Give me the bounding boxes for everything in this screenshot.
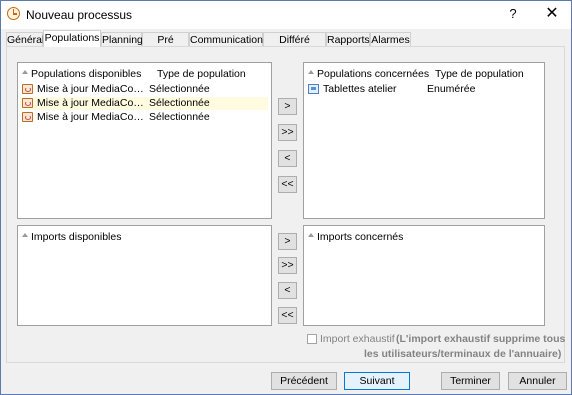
add-population-button[interactable]: > bbox=[278, 98, 297, 115]
previous-button[interactable]: Précédent bbox=[271, 372, 337, 390]
list-item[interactable]: Tablettes atelier Enumérée bbox=[306, 83, 542, 96]
remove-all-populations-button[interactable]: << bbox=[278, 176, 297, 193]
finish-button[interactable]: Terminer bbox=[441, 372, 500, 390]
tab-general[interactable]: Général bbox=[6, 32, 44, 46]
screen-icon bbox=[308, 84, 319, 94]
column-label: Imports concernés bbox=[317, 231, 404, 243]
import-exhaustif-note-line1: (L'import exhaustif supprime tous bbox=[396, 333, 566, 345]
list-item[interactable]: Mise à jour MediaContact... Sélectionnée bbox=[20, 83, 270, 96]
import-exhaustif-checkbox[interactable] bbox=[307, 334, 317, 344]
clock-icon bbox=[7, 7, 20, 20]
remove-population-button[interactable]: < bbox=[278, 150, 297, 167]
refresh-icon bbox=[22, 112, 33, 122]
population-type: Sélectionnée bbox=[149, 97, 210, 109]
populations-disponibles-list[interactable]: Populations disponibles Type de populati… bbox=[17, 62, 272, 219]
population-type: Enumérée bbox=[427, 83, 476, 95]
population-name: Mise à jour MediaContact... bbox=[37, 97, 145, 109]
imports-disponibles-list[interactable]: Imports disponibles bbox=[17, 225, 272, 326]
sort-ascending-icon bbox=[22, 70, 28, 75]
list-item[interactable]: Mise à jour MediaContact... Sélectionnée bbox=[20, 111, 270, 124]
remove-import-button[interactable]: < bbox=[278, 282, 297, 299]
population-type: Sélectionnée bbox=[149, 83, 210, 95]
next-button[interactable]: Suivant bbox=[344, 372, 410, 390]
population-name: Mise à jour MediaContact... bbox=[37, 111, 145, 123]
list-item[interactable]: Mise à jour MediaContact... Sélectionnée bbox=[20, 97, 268, 110]
title-bar: Nouveau processus ? ✕ bbox=[1, 1, 571, 29]
refresh-icon bbox=[22, 84, 33, 94]
column-header-populations-disponibles[interactable]: Populations disponibles bbox=[22, 68, 141, 80]
population-name: Mise à jour MediaContact... bbox=[37, 83, 145, 95]
tab-communications[interactable]: Communications bbox=[189, 32, 268, 46]
add-import-button[interactable]: > bbox=[278, 233, 297, 250]
column-label: Populations disponibles bbox=[31, 68, 142, 80]
sort-ascending-icon bbox=[308, 233, 314, 238]
refresh-icon bbox=[22, 98, 33, 108]
column-header-populations-concernees[interactable]: Populations concernées bbox=[308, 68, 429, 80]
column-label: Imports disponibles bbox=[31, 231, 122, 243]
cancel-button[interactable]: Annuler bbox=[508, 372, 567, 390]
column-header-imports-concernes[interactable]: Imports concernés bbox=[308, 231, 403, 243]
import-exhaustif-label: Import exhaustif bbox=[320, 333, 395, 345]
column-label: Populations concernées bbox=[317, 68, 430, 80]
tab-planning[interactable]: Planning bbox=[101, 32, 143, 46]
tab-alarmes[interactable]: Alarmes bbox=[370, 32, 411, 46]
remove-all-imports-button[interactable]: << bbox=[278, 307, 297, 324]
tab-rapports[interactable]: Rapports bbox=[326, 32, 370, 46]
tab-pre-requis[interactable]: Pré requis bbox=[142, 32, 189, 60]
import-exhaustif-note-line2: les utilisateurs/terminaux de l'annuaire… bbox=[364, 348, 562, 360]
column-header-type-population[interactable]: Type de population bbox=[157, 68, 246, 80]
column-header-type-population[interactable]: Type de population bbox=[435, 68, 524, 80]
column-header-imports-disponibles[interactable]: Imports disponibles bbox=[22, 231, 121, 243]
help-button[interactable]: ? bbox=[506, 6, 520, 21]
tab-populations[interactable]: Populations bbox=[43, 30, 101, 47]
population-name: Tablettes atelier bbox=[323, 83, 397, 95]
sort-ascending-icon bbox=[22, 233, 28, 238]
tab-differe-station[interactable]: Différé station bbox=[263, 32, 326, 60]
sort-ascending-icon bbox=[308, 70, 314, 75]
dialog-window: Nouveau processus ? ✕ Général Population… bbox=[0, 0, 572, 395]
close-button[interactable]: ✕ bbox=[544, 3, 560, 23]
add-all-populations-button[interactable]: >> bbox=[278, 124, 297, 141]
imports-concernes-list[interactable]: Imports concernés bbox=[303, 225, 545, 326]
add-all-imports-button[interactable]: >> bbox=[278, 257, 297, 274]
population-type: Sélectionnée bbox=[149, 111, 210, 123]
window-title: Nouveau processus bbox=[26, 8, 133, 22]
populations-concernees-list[interactable]: Populations concernées Type de populatio… bbox=[303, 62, 545, 219]
